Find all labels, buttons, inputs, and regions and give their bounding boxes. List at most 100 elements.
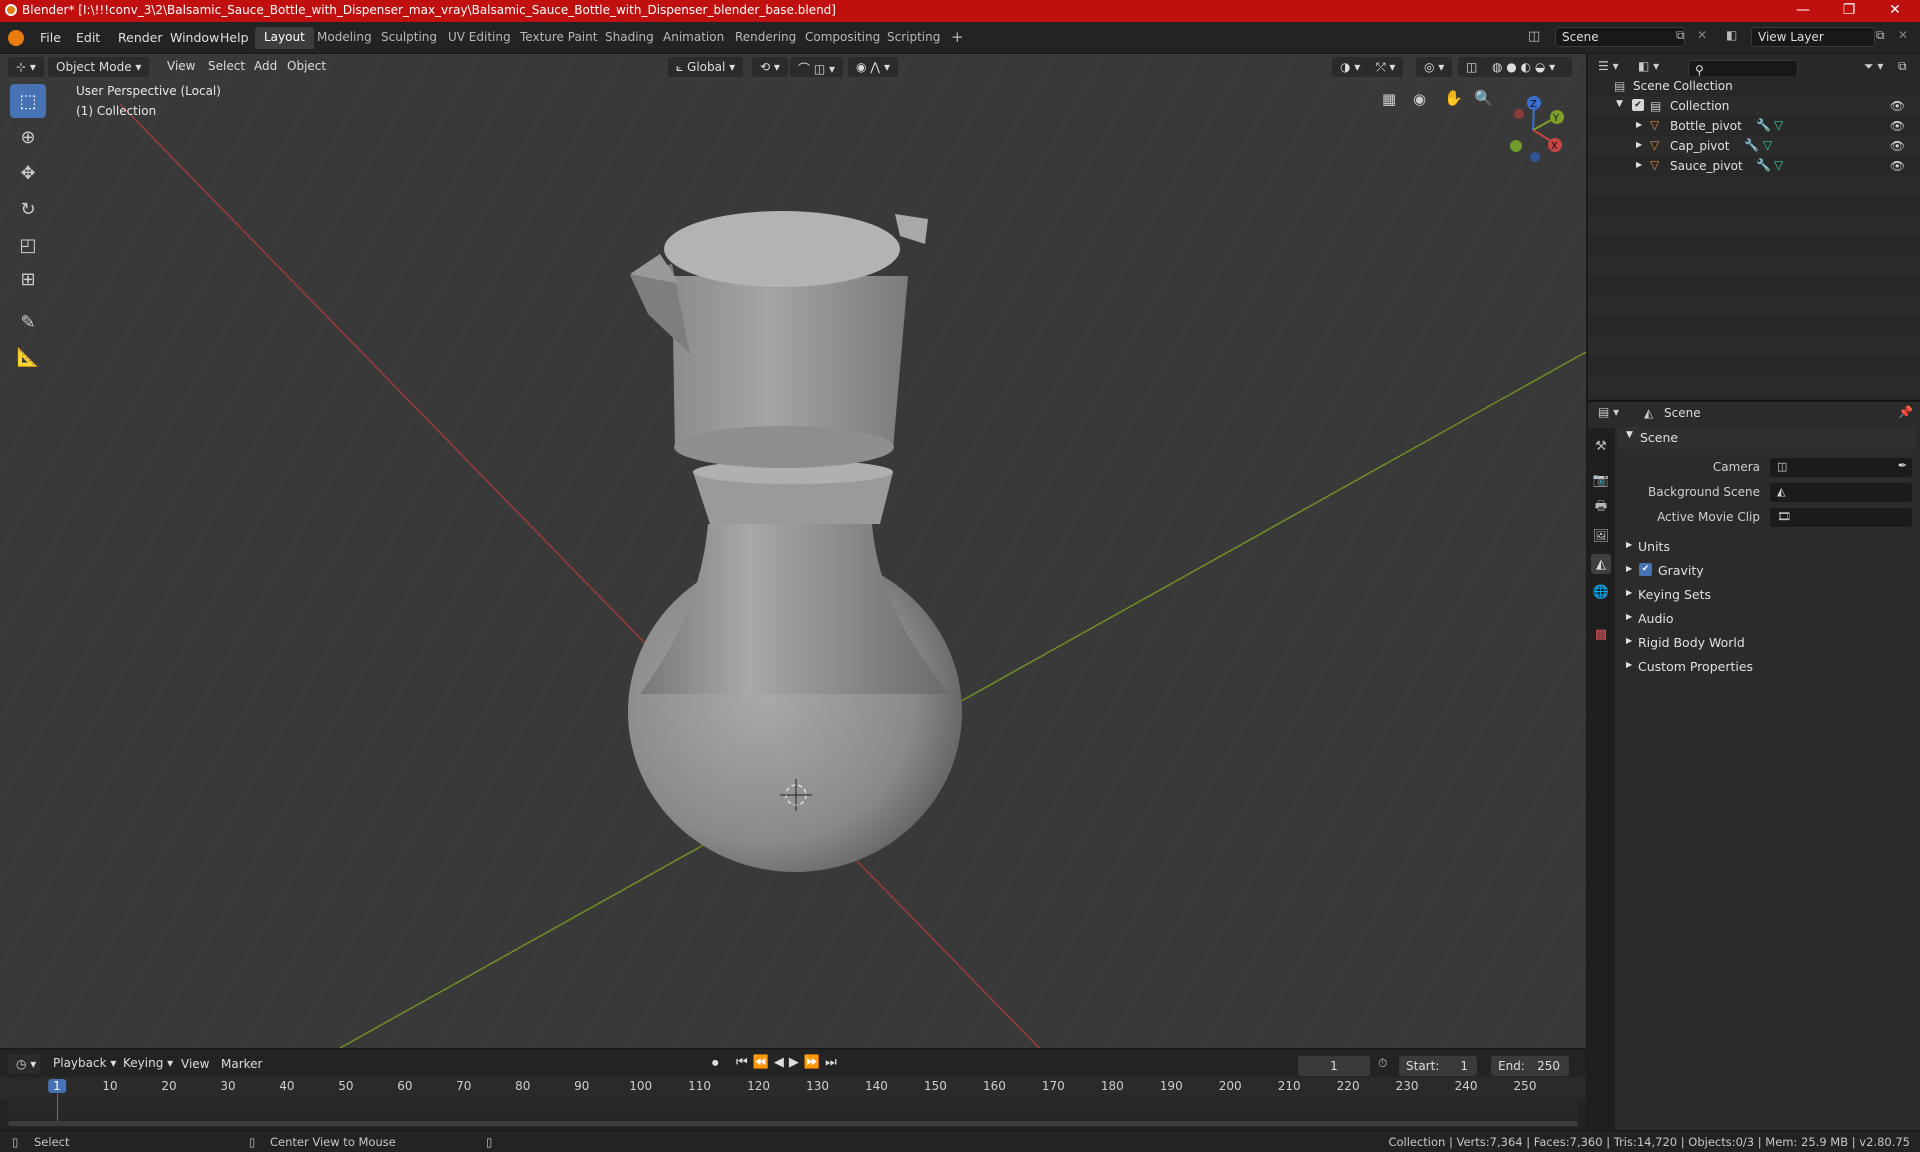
eye-icon[interactable]: 👁	[1890, 139, 1905, 153]
active-movie-clip-field[interactable]: 🎞	[1770, 508, 1912, 527]
texture-tab-icon[interactable]: ▩	[1591, 624, 1611, 644]
tab-sculpting[interactable]: Sculpting	[372, 27, 446, 49]
filter-icon[interactable]: ⏷ ▾	[1864, 59, 1883, 74]
panel-audio[interactable]: ▶ Audio	[1618, 608, 1916, 630]
menu-render[interactable]: Render	[112, 28, 169, 47]
close-button[interactable]: ✕	[1872, 0, 1918, 22]
gizmo-toggle-icon[interactable]: ⤱ ▾	[1368, 57, 1404, 77]
delete-view-layer-icon[interactable]: ✕	[1898, 28, 1908, 42]
measure-tool[interactable]: 📐	[10, 340, 46, 374]
background-scene-field[interactable]: ◭	[1770, 483, 1912, 502]
outliner-row-sauce-pivot[interactable]: ▶ ▽ Sauce_pivot 🔧 ▽ 👁	[1588, 156, 1920, 176]
expand-arrow-icon[interactable]: ▶	[1636, 160, 1642, 169]
panel-scene-header[interactable]: ▼ Scene	[1618, 427, 1916, 449]
timeline-scrollbar[interactable]	[8, 1121, 1578, 1126]
panel-custom-properties[interactable]: ▶ Custom Properties	[1618, 656, 1916, 678]
select-box-tool[interactable]: ⬚	[10, 84, 46, 118]
transform-tool[interactable]: ⊞	[10, 262, 46, 296]
toggle-camera-view-icon[interactable]: ▦	[1382, 90, 1396, 108]
camera-icon[interactable]: ◉	[1413, 90, 1426, 108]
view-layer-field[interactable]: View Layer	[1751, 27, 1875, 47]
add-workspace-button[interactable]: +	[942, 27, 973, 49]
tab-animation[interactable]: Animation	[654, 27, 733, 49]
overlay-toggle-icon[interactable]: ◎ ▾	[1416, 57, 1453, 77]
move-tool[interactable]: ✥	[10, 156, 46, 190]
outliner-row-bottle-pivot[interactable]: ▶ ▽ Bottle_pivot 🔧 ▽ 👁	[1588, 116, 1920, 136]
keyframe-area[interactable]	[8, 1099, 1578, 1119]
select-menu[interactable]: Select	[208, 59, 245, 73]
eye-icon[interactable]: 👁	[1890, 99, 1905, 113]
viewport-canvas[interactable]	[0, 54, 1586, 1048]
collection-checkbox[interactable]: ✔	[1632, 99, 1644, 111]
menu-file[interactable]: File	[34, 28, 67, 47]
rotate-tool[interactable]: ↻	[10, 192, 46, 226]
view-layer-tab-icon[interactable]: 🖼	[1591, 526, 1611, 546]
zoom-icon[interactable]: 🔍	[1474, 89, 1493, 107]
tab-shading[interactable]: Shading	[596, 27, 663, 49]
view-menu[interactable]: View	[167, 59, 195, 73]
panel-gravity[interactable]: ▶ ✔ Gravity	[1618, 560, 1916, 582]
new-scene-icon[interactable]: ⧉	[1676, 28, 1685, 43]
end-frame-field[interactable]: End: 250	[1491, 1056, 1569, 1076]
current-frame-field[interactable]: 1	[1298, 1056, 1370, 1076]
keying-menu[interactable]: Keying ▾	[116, 1054, 180, 1074]
xray-toggle-icon[interactable]: ◫	[1458, 57, 1486, 77]
visibility-dropdown-icon[interactable]: ◑ ▾	[1332, 57, 1369, 77]
playback-menu[interactable]: Playback ▾	[46, 1054, 123, 1074]
tab-compositing[interactable]: Compositing	[796, 27, 889, 49]
new-collection-icon[interactable]: ⧉	[1898, 59, 1907, 74]
expand-arrow-icon[interactable]: ▶	[1636, 140, 1642, 149]
delete-scene-icon[interactable]: ✕	[1697, 28, 1707, 42]
pivot-point-dropdown[interactable]: ⟲ ▾	[752, 57, 788, 77]
start-frame-field[interactable]: Start: 1	[1399, 1056, 1477, 1076]
scene-name-field[interactable]: Scene	[1555, 27, 1685, 47]
display-mode-icon[interactable]: ◧ ▾	[1638, 59, 1659, 73]
snap-toggle-icon[interactable]: ⌒ ◫ ▾	[790, 57, 843, 77]
shading-mode-buttons[interactable]: ◍ ● ◐ ◒ ▾	[1484, 57, 1572, 77]
outliner-row-cap-pivot[interactable]: ▶ ▽ Cap_pivot 🔧 ▽ 👁	[1588, 136, 1920, 156]
minimize-button[interactable]: —	[1780, 0, 1826, 22]
pan-hand-icon[interactable]: ✋	[1444, 89, 1463, 107]
expand-arrow-icon[interactable]: ▶	[1636, 120, 1642, 129]
eye-icon[interactable]: 👁	[1890, 119, 1905, 133]
blender-menu-icon[interactable]	[8, 30, 24, 46]
proportional-editing-icon[interactable]: ◉ ⋀ ▾	[848, 57, 898, 77]
panel-keying-sets[interactable]: ▶ Keying Sets	[1618, 584, 1916, 606]
properties-editor-type-icon[interactable]: ▤ ▾	[1598, 405, 1619, 419]
tab-rendering[interactable]: Rendering	[726, 27, 805, 49]
tool-tab-icon[interactable]: ⚒	[1591, 436, 1611, 456]
menu-edit[interactable]: Edit	[70, 28, 106, 47]
scene-browse-icon[interactable]: ◫	[1528, 29, 1540, 44]
tab-layout[interactable]: Layout	[255, 27, 314, 49]
maximize-button[interactable]: ❐	[1826, 0, 1872, 22]
playback-controls[interactable]: ⏮⏪◀▶⏩⏭	[736, 1055, 842, 1070]
record-icon[interactable]: ⏺	[712, 1056, 719, 1071]
transform-orientation-dropdown[interactable]: ⟀ Global ▾	[668, 57, 744, 77]
editor-type-button[interactable]: ⊹ ▾	[8, 57, 44, 77]
tab-texture-paint[interactable]: Texture Paint	[511, 27, 606, 49]
outliner-row-collection[interactable]: ▼ ✔ ▤ Collection 👁	[1588, 96, 1920, 116]
eye-icon[interactable]: 👁	[1890, 159, 1905, 173]
pin-icon[interactable]: 📌	[1898, 405, 1913, 419]
tab-scripting[interactable]: Scripting	[878, 27, 949, 49]
eyedropper-icon[interactable]: ✒	[1898, 459, 1907, 472]
3d-viewport[interactable]: ⬚ ⊕ ✥ ↻ ◰ ⊞ ✎ 📐 User Perspective (Local)…	[0, 54, 1586, 1048]
tab-modeling[interactable]: Modeling	[308, 27, 381, 49]
timeline-view-menu[interactable]: View	[181, 1057, 209, 1071]
scale-tool[interactable]: ◰	[10, 228, 46, 262]
object-mode-dropdown[interactable]: Object Mode ▾	[48, 57, 150, 77]
outliner-row-scene-collection[interactable]: ▤ Scene Collection	[1588, 76, 1920, 96]
output-tab-icon[interactable]: 🖶	[1591, 498, 1611, 518]
navigation-gizmo[interactable]: Z Y X	[1498, 88, 1578, 168]
tab-uv-editing[interactable]: UV Editing	[439, 27, 520, 49]
object-menu[interactable]: Object	[287, 59, 326, 73]
collapse-arrow-icon[interactable]: ▼	[1616, 99, 1623, 109]
world-tab-icon[interactable]: 🌐	[1591, 582, 1611, 602]
scene-tab-icon[interactable]: ◭	[1591, 554, 1611, 574]
gravity-checkbox[interactable]: ✔	[1639, 563, 1652, 576]
annotate-tool[interactable]: ✎	[10, 305, 46, 339]
camera-field[interactable]: ◫ ✒	[1770, 458, 1912, 477]
new-view-layer-icon[interactable]: ⧉	[1876, 28, 1885, 43]
menu-help[interactable]: Help	[214, 28, 255, 47]
view-layer-browse-icon[interactable]: ◧	[1726, 28, 1737, 42]
